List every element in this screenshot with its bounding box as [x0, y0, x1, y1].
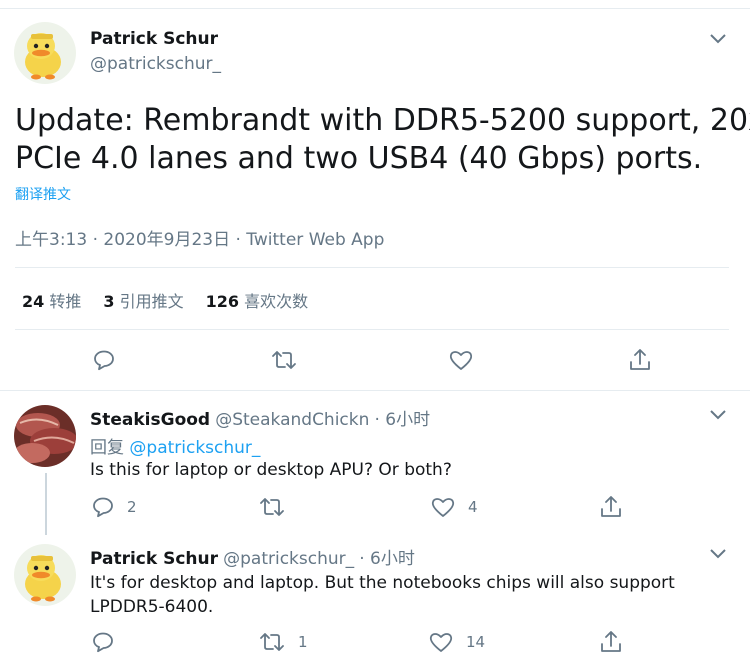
- reply-icon: [94, 350, 114, 371]
- stat-number: 3: [103, 292, 115, 311]
- share-icon: [630, 349, 650, 370]
- share-icon: [601, 631, 621, 652]
- tweet-text: Update: Rembrandt with DDR5-5200 support…: [15, 102, 750, 178]
- retweet-button[interactable]: [258, 495, 298, 519]
- retweet-icon: [272, 351, 296, 369]
- steak-avatar-icon: [14, 405, 76, 467]
- reply-prefix: 回复: [90, 438, 124, 458]
- avatar[interactable]: [14, 544, 76, 606]
- retweet-stat[interactable]: 24 转推: [22, 288, 81, 312]
- chevron-down-icon[interactable]: [708, 546, 728, 560]
- retweet-button[interactable]: 1: [258, 630, 308, 654]
- like-icon: [449, 351, 473, 370]
- retweet-button[interactable]: [270, 348, 298, 372]
- like-icon: [431, 498, 455, 517]
- author-name[interactable]: Patrick Schur: [90, 29, 218, 49]
- avatar[interactable]: [14, 22, 76, 84]
- retweet-icon: [260, 633, 284, 651]
- like-button[interactable]: 4: [430, 495, 478, 519]
- stat-label: 引用推文: [119, 292, 184, 311]
- reply-icon: [93, 632, 113, 653]
- tweet-text-line: Update: Rembrandt with DDR5-5200 support…: [15, 103, 750, 138]
- author-handle[interactable]: @patrickschur_: [223, 549, 354, 569]
- tweet-timestamp[interactable]: 上午3:13 · 2020年9月23日 · Twitter Web App: [15, 225, 384, 250]
- stat-label: 转推: [49, 292, 82, 311]
- reply-time[interactable]: · 6小时: [359, 549, 415, 569]
- stat-label: 喜欢次数: [244, 292, 309, 311]
- reply-text-line: LPDDR5-6400.: [90, 597, 214, 617]
- mention-link[interactable]: @patrickschur_: [129, 438, 260, 458]
- reply-icon: [93, 497, 113, 518]
- reply-button[interactable]: 2: [91, 495, 137, 519]
- author-handle[interactable]: @SteakandChickn: [215, 410, 369, 430]
- stat-number: 126: [205, 292, 240, 311]
- duck-avatar-icon: [14, 544, 76, 606]
- quote-stat[interactable]: 3 引用推文: [103, 288, 183, 312]
- share-button[interactable]: [627, 347, 653, 373]
- translate-link[interactable]: 翻译推文: [15, 184, 71, 204]
- reply-text-line: It's for desktop and laptop. But the not…: [90, 573, 675, 593]
- divider: [0, 390, 750, 391]
- like-count: 14: [466, 633, 486, 651]
- reply-count: 2: [127, 498, 137, 516]
- duck-avatar-icon: [14, 22, 76, 84]
- tweet-text-line: PCIe 4.0 lanes and two USB4 (40 Gbps) po…: [15, 141, 703, 176]
- author-name[interactable]: SteakisGood: [90, 410, 210, 430]
- share-button[interactable]: [598, 629, 624, 655]
- reply-context: 回复 @patrickschur_: [90, 433, 260, 458]
- reply-text: It's for desktop and laptop. But the not…: [90, 571, 675, 619]
- stat-number: 24: [22, 292, 45, 311]
- thread-line: [45, 473, 47, 535]
- avatar[interactable]: [14, 405, 76, 467]
- reply-button[interactable]: [92, 348, 116, 372]
- author-name[interactable]: Patrick Schur: [90, 549, 218, 569]
- divider: [15, 329, 729, 330]
- share-icon: [601, 496, 621, 517]
- author-handle[interactable]: @patrickschur_: [90, 54, 221, 74]
- retweet-count: 1: [298, 633, 308, 651]
- share-button[interactable]: [598, 494, 624, 520]
- like-button[interactable]: [448, 348, 474, 372]
- like-count: 4: [468, 498, 478, 516]
- chevron-down-icon[interactable]: [708, 407, 728, 421]
- reply-button[interactable]: [91, 630, 127, 654]
- chevron-down-icon[interactable]: [708, 31, 728, 45]
- like-stat[interactable]: 126 喜欢次数: [206, 288, 309, 312]
- reply-text: Is this for laptop or desktop APU? Or bo…: [90, 460, 452, 480]
- reply-header: Patrick Schur @patrickschur_ · 6小时: [90, 544, 415, 569]
- reply-header: SteakisGood @SteakandChickn · 6小时: [90, 405, 430, 430]
- reply-time[interactable]: · 6小时: [375, 410, 431, 430]
- like-icon: [429, 633, 453, 652]
- retweet-icon: [260, 498, 284, 516]
- divider: [15, 267, 729, 268]
- top-divider: [0, 8, 750, 9]
- like-button[interactable]: 14: [428, 630, 485, 654]
- tweet-stats: 24 转推 3 引用推文 126 喜欢次数: [22, 288, 308, 312]
